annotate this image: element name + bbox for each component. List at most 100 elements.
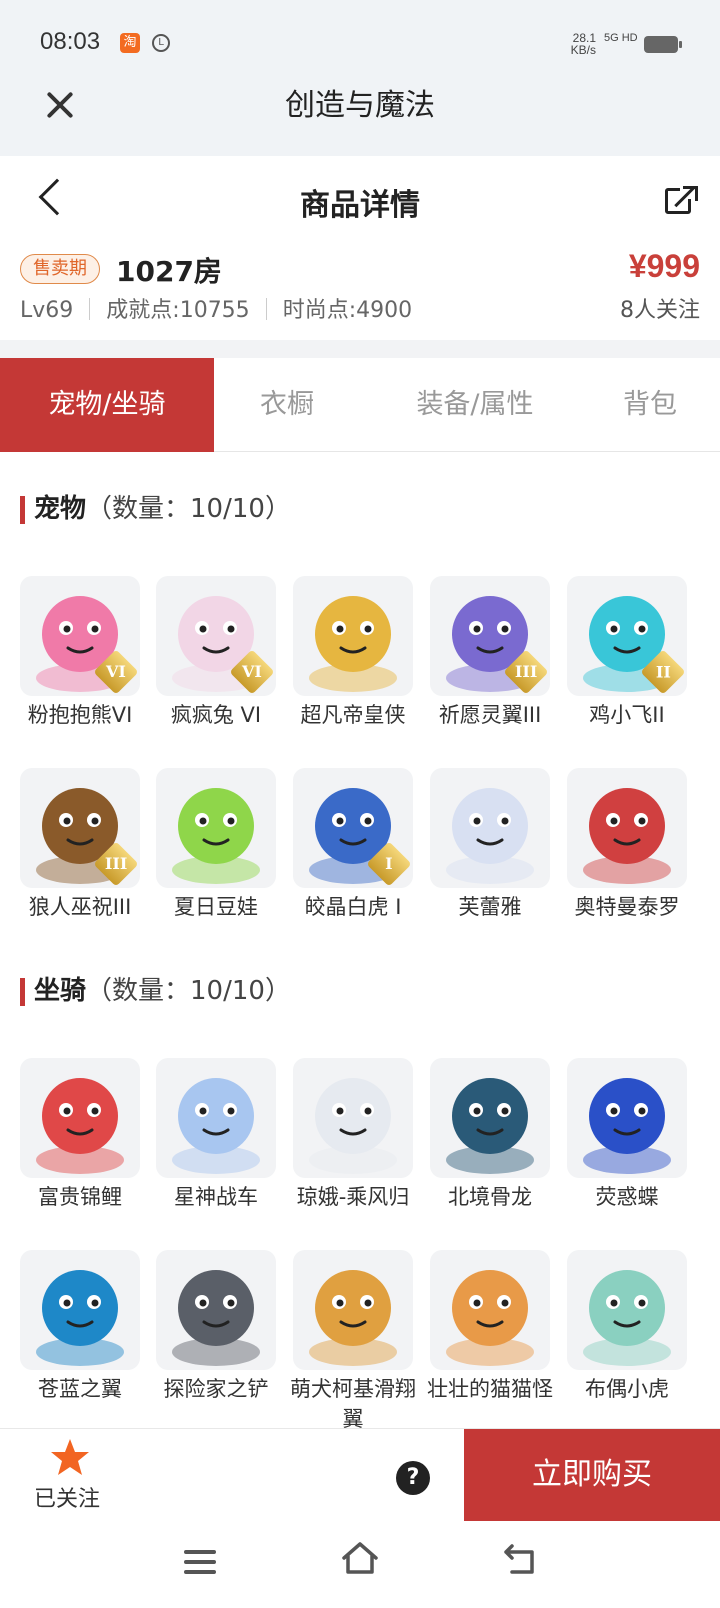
pets-item[interactable]: 奥特曼泰罗 (567, 768, 687, 922)
item-name: 壮壮的猫猫怪 (427, 1377, 553, 1401)
mounts-item[interactable]: 荧惑蝶 (567, 1058, 687, 1212)
white-tiger-icon: I (293, 768, 413, 888)
mounts-item[interactable]: 探险家之铲 (156, 1250, 276, 1404)
tab-backpack[interactable]: 背包 (580, 358, 720, 452)
golden-hero-icon (293, 576, 413, 696)
item-name: 粉抱抱熊VI (27, 703, 133, 727)
item-name: 星神战车 (174, 1185, 258, 1209)
pets-item[interactable]: 超凡帝皇侠 (293, 576, 413, 730)
section-gap (0, 340, 720, 358)
content-scroll[interactable]: 宠物（数量：10/10） VI 粉抱抱熊VI VI 疯疯兔 VI 超凡帝皇侠 III 祈愿灵… (0, 452, 720, 1428)
listing-info: 售卖期 1027房 ¥999 Lv69 成就点:10755 时尚点:4900 8人关… (0, 244, 720, 340)
star-horse-icon (156, 1058, 276, 1178)
valkyrie-icon (430, 768, 550, 888)
mounts-heading: 坐骑 (34, 976, 87, 1006)
help-icon[interactable]: ? (396, 1461, 430, 1495)
pets-count: （数量：10/10） (86, 494, 291, 524)
tab-equipment[interactable]: 装备/属性 (380, 358, 570, 452)
pets-item[interactable]: III 祈愿灵翼III (430, 576, 550, 730)
bean-icon (156, 768, 276, 888)
pets-item[interactable]: VI 疯疯兔 VI (156, 576, 276, 730)
tier-label: VI (106, 662, 126, 681)
mounts-item[interactable]: 星神战车 (156, 1058, 276, 1212)
item-name: 富贵锦鲤 (38, 1185, 122, 1209)
tier-label: I (385, 853, 393, 873)
item-name: 鸡小飞II (589, 703, 665, 727)
corgi-icon (293, 1250, 413, 1370)
pets-heading: 宠物 (34, 494, 87, 524)
item-name: 琼娥-乘风归 (296, 1185, 410, 1209)
battery-icon (644, 36, 682, 53)
tab-bar: 宠物/坐骑 衣橱 装备/属性 背包 (0, 358, 720, 452)
achievement-points: 成就点:10755 (106, 298, 250, 323)
ultraman-icon (567, 768, 687, 888)
status-bar: 08:03 淘 L 28.1 KB/s 5G HD (0, 0, 720, 86)
item-name: 祈愿灵翼III (438, 703, 542, 727)
blue-wing-icon (20, 1250, 140, 1370)
listing-name: 1027房 (116, 255, 222, 288)
tiger-doll-icon (567, 1250, 687, 1370)
item-name: 荧惑蝶 (595, 1185, 659, 1209)
taobao-notification-icon: 淘 (120, 33, 140, 53)
cat-icon (430, 1250, 550, 1370)
pets-grid: VI 粉抱抱熊VI VI 疯疯兔 VI 超凡帝皇侠 III 祈愿灵翼III II 鸡小飞II II… (20, 576, 704, 956)
follower-count: 8人关注 (620, 298, 700, 323)
mounts-item[interactable]: 琼娥-乘风归 (293, 1058, 413, 1212)
status-badge: 售卖期 (20, 254, 100, 284)
page-header: 商品详情 (0, 156, 720, 244)
listing-stats: Lv69 成就点:10755 时尚点:4900 (20, 292, 412, 324)
koi-icon (20, 1058, 140, 1178)
follow-label[interactable]: 已关注 (34, 1481, 100, 1513)
system-nav-bar (0, 1524, 720, 1608)
mounts-item[interactable]: 布偶小虎 (567, 1250, 687, 1404)
tier-label: VI (242, 662, 262, 681)
mounts-item[interactable]: 壮壮的猫猫怪 (427, 1250, 553, 1404)
tier-label: II (655, 662, 671, 681)
notification-icon: L (152, 34, 170, 52)
status-time: 08:03 (40, 28, 101, 55)
mounts-section-title: 坐骑（数量：10/10） (20, 974, 291, 1008)
price: ¥999 (628, 248, 700, 284)
star-icon[interactable] (48, 1437, 92, 1477)
app-header: 创造与魔法 (0, 86, 720, 156)
bone-dragon-icon (430, 1058, 550, 1178)
mounts-item[interactable]: 北境骨龙 (430, 1058, 550, 1212)
pink-bear-icon: VI (20, 576, 140, 696)
pets-item[interactable]: 芙蕾雅 (430, 768, 550, 922)
rabbit-icon: VI (156, 576, 276, 696)
tab-wardrobe[interactable]: 衣橱 (214, 358, 360, 452)
pets-item[interactable]: III 狼人巫祝III (20, 768, 140, 922)
bottom-action-bar: 已关注 ? 立即购买 (0, 1428, 720, 1524)
item-name: 萌犬柯基滑翔翼 (290, 1377, 416, 1428)
mounts-item[interactable]: 萌犬柯基滑翔翼 (290, 1250, 416, 1428)
app-title: 创造与魔法 (285, 88, 435, 123)
buy-now-button[interactable]: 立即购买 (464, 1429, 720, 1521)
pets-item[interactable]: II 鸡小飞II (567, 576, 687, 730)
divider (265, 298, 267, 320)
pets-item[interactable]: I 皎晶白虎 I (293, 768, 413, 922)
item-name: 探险家之铲 (163, 1377, 269, 1401)
mounts-item[interactable]: 苍蓝之翼 (20, 1250, 140, 1404)
eagle-icon: III (430, 576, 550, 696)
network-speed: 28.1 KB/s (562, 32, 596, 56)
moon-lady-icon (293, 1058, 413, 1178)
butterfly-icon (567, 1058, 687, 1178)
fashion-points: 时尚点:4900 (282, 298, 413, 323)
tier-label: III (104, 853, 128, 873)
item-name: 布偶小虎 (585, 1377, 669, 1401)
mounts-grid: 富贵锦鲤 星神战车 琼娥-乘风归 北境骨龙 荧惑蝶苍蓝之翼 探险家之铲 萌犬柯基滑翔翼 壮壮的… (20, 1058, 704, 1428)
pets-section-title: 宠物（数量：10/10） (20, 492, 291, 526)
pets-item[interactable]: VI 粉抱抱熊VI (20, 576, 140, 730)
menu-icon[interactable] (184, 1550, 216, 1574)
mounts-item[interactable]: 富贵锦鲤 (20, 1058, 140, 1212)
item-name: 苍蓝之翼 (38, 1377, 122, 1401)
home-icon[interactable] (340, 1540, 380, 1576)
shovel-icon (156, 1250, 276, 1370)
item-name: 芙蕾雅 (458, 895, 522, 919)
item-name: 夏日豆娃 (174, 895, 258, 919)
pets-item[interactable]: 夏日豆娃 (156, 768, 276, 922)
tab-pets-mounts[interactable]: 宠物/坐骑 (0, 358, 214, 452)
page-title: 商品详情 (300, 188, 420, 223)
werewolf-icon: III (20, 768, 140, 888)
back-nav-icon[interactable] (502, 1542, 538, 1576)
